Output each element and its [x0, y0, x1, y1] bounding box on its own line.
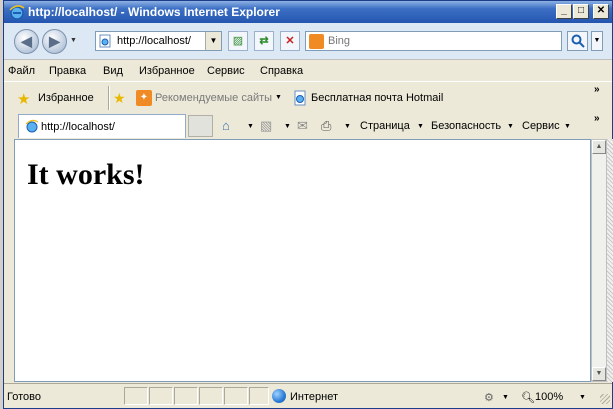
menu-bar: Файл Правка Вид Избранное Сервис Справка	[4, 59, 612, 81]
zoom-level[interactable]: 100%	[535, 391, 563, 403]
page-menu[interactable]: Страница	[360, 120, 410, 132]
forward-button[interactable]: ▶	[42, 29, 67, 54]
stop-button[interactable]: ✕	[280, 31, 300, 51]
hotmail-link[interactable]: Бесплатная почта Hotmail	[311, 92, 443, 104]
zoom-dropdown[interactable]: ▼	[579, 394, 586, 401]
window-title: http://localhost/ - Windows Internet Exp…	[28, 5, 280, 19]
status-panel	[224, 387, 248, 405]
window-edge	[607, 139, 613, 382]
forward-icon: ▶	[49, 33, 60, 49]
safety-menu[interactable]: Безопасность	[431, 120, 501, 132]
address-field[interactable]: http://localhost/ ▼	[95, 31, 222, 51]
favorites-separator	[108, 86, 110, 110]
safety-menu-dropdown[interactable]: ▼	[507, 123, 514, 130]
menu-help[interactable]: Справка	[260, 65, 303, 77]
status-panel	[174, 387, 198, 405]
search-input[interactable]	[328, 34, 553, 48]
menu-edit[interactable]: Правка	[49, 65, 86, 77]
star-icon: ★	[17, 91, 31, 108]
status-panel	[149, 387, 173, 405]
address-toolbar: ◀ ▶ ▼ http://localhost/ ▼ ▨ ⇄ ✕ ▼	[4, 23, 612, 59]
vertical-scrollbar[interactable]: ▲ ▼	[591, 139, 607, 382]
compatibility-button[interactable]: ▨	[228, 31, 248, 51]
search-box[interactable]	[305, 31, 562, 51]
new-tab-button[interactable]	[188, 115, 213, 137]
compatibility-icon: ▨	[232, 35, 244, 47]
search-options-dropdown[interactable]: ▼	[591, 31, 603, 51]
address-url[interactable]: http://localhost/	[117, 35, 191, 47]
status-panel	[199, 387, 223, 405]
mail-icon[interactable]: ✉	[297, 118, 308, 134]
menu-view[interactable]: Вид	[103, 65, 123, 77]
favorites-bar: ★ Избранное ★ ✦ Рекомендуемые сайты ▼ Бе…	[4, 81, 612, 113]
browser-window: http://localhost/ - Windows Internet Exp…	[3, 0, 613, 409]
status-bar: Готово Интернет ⚙ ▼ 🔍︎ 100% ▼	[4, 383, 612, 408]
menu-favorites[interactable]: Избранное	[139, 65, 195, 77]
globe-icon	[272, 389, 286, 403]
back-button[interactable]: ◀	[14, 29, 39, 54]
zone-text: Интернет	[290, 391, 338, 403]
printer-icon[interactable]: ⎙	[321, 118, 331, 134]
ie-page-icon	[25, 119, 39, 133]
tools-menu-dropdown[interactable]: ▼	[564, 123, 571, 130]
stop-icon: ✕	[285, 35, 295, 47]
refresh-button[interactable]: ⇄	[254, 31, 274, 51]
suggested-sites-dropdown[interactable]: ▼	[275, 94, 282, 101]
rss-icon[interactable]: ▧	[260, 118, 272, 134]
feeds-dropdown[interactable]: ▼	[284, 123, 291, 130]
back-icon: ◀	[21, 33, 32, 49]
print-dropdown[interactable]: ▼	[344, 123, 351, 130]
scroll-up-button[interactable]: ▲	[592, 140, 606, 154]
status-panel	[124, 387, 148, 405]
status-text: Готово	[7, 391, 41, 403]
zoom-icon[interactable]: 🔍︎	[521, 391, 535, 404]
add-to-favorites-icon[interactable]: ★	[113, 90, 131, 106]
ie-logo-icon	[9, 5, 25, 20]
more-chevron-icon[interactable]: »	[594, 84, 600, 95]
search-icon	[571, 34, 585, 48]
tab-row: http://localhost/ ⌂ ▼ ▧ ▼ ✉ ⎙ ▼ Страница…	[4, 113, 612, 139]
command-more-chevron-icon[interactable]: »	[594, 113, 600, 124]
bing-icon	[309, 34, 324, 49]
minimize-button[interactable]: _	[556, 4, 572, 19]
menu-file[interactable]: Файл	[8, 65, 35, 77]
resize-grip[interactable]	[600, 394, 610, 404]
menu-tools[interactable]: Сервис	[207, 65, 245, 77]
scroll-down-button[interactable]: ▼	[592, 367, 606, 381]
page-icon	[99, 34, 111, 48]
maximize-button[interactable]: □	[573, 4, 589, 19]
recent-pages-dropdown[interactable]: ▼	[70, 37, 77, 44]
search-button[interactable]	[567, 31, 588, 51]
close-button[interactable]: ✕	[593, 4, 609, 19]
tools-menu[interactable]: Сервис	[522, 120, 560, 132]
title-bar[interactable]: http://localhost/ - Windows Internet Exp…	[4, 1, 612, 23]
suggested-sites-button[interactable]: Рекомендуемые сайты	[155, 92, 272, 104]
home-icon[interactable]: ⌂	[222, 118, 230, 133]
page-heading: It works!	[27, 158, 145, 191]
hotmail-page-icon	[294, 90, 306, 106]
protected-mode-dropdown[interactable]: ▼	[502, 394, 509, 401]
page-content: It works!	[14, 139, 591, 382]
refresh-icon: ⇄	[259, 35, 269, 47]
address-dropdown[interactable]: ▼	[205, 32, 221, 50]
suggested-sites-icon: ✦	[136, 90, 152, 106]
page-menu-dropdown[interactable]: ▼	[417, 123, 424, 130]
favorites-button[interactable]: Избранное	[38, 92, 94, 104]
protected-mode-icon[interactable]: ⚙	[484, 391, 494, 404]
tab-localhost[interactable]: http://localhost/	[18, 114, 186, 138]
home-dropdown[interactable]: ▼	[247, 123, 254, 130]
tab-title: http://localhost/	[41, 121, 115, 133]
status-panel	[249, 387, 269, 405]
